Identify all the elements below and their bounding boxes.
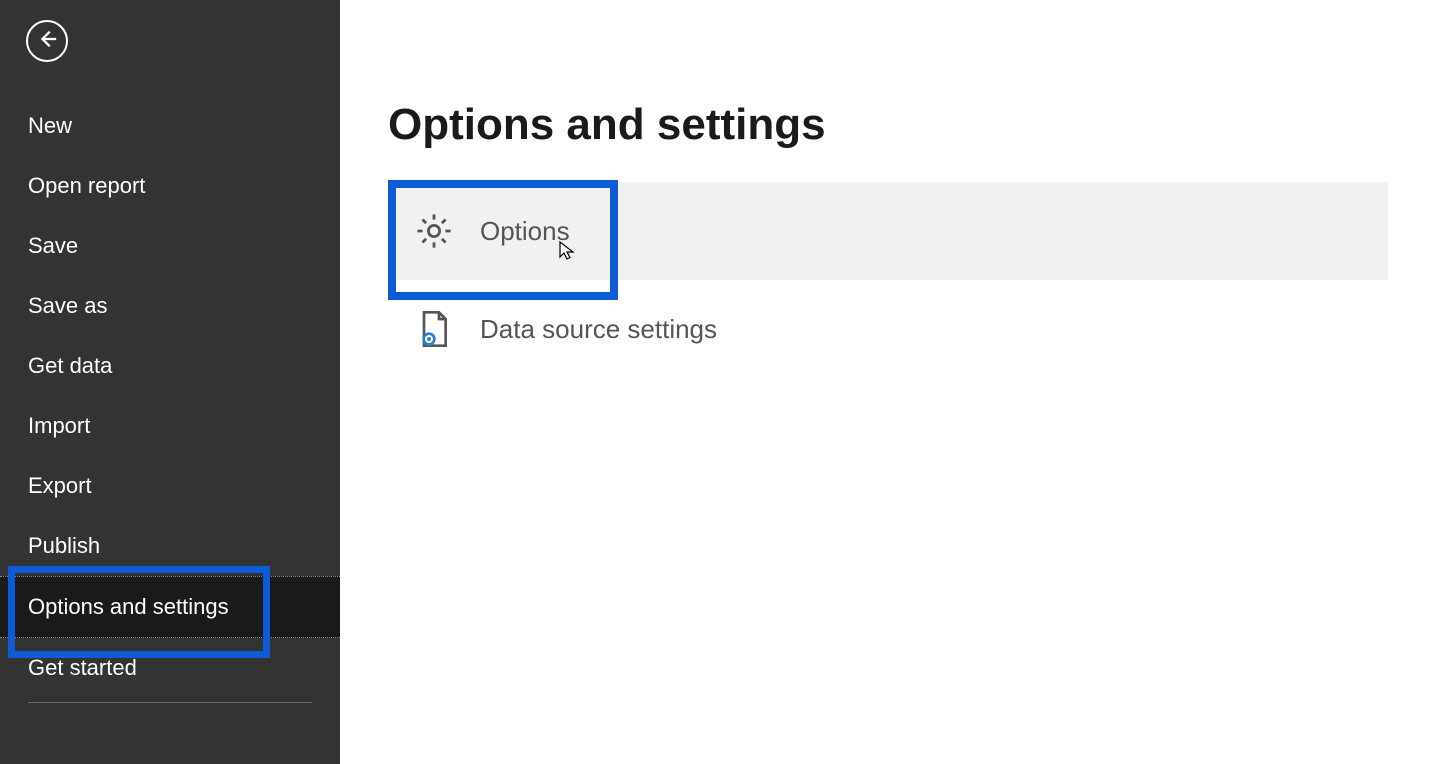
sidebar-item-save-as[interactable]: Save as [0, 276, 340, 336]
main-content: Options and settings Options Dat [340, 0, 1432, 764]
back-button[interactable] [26, 20, 68, 62]
sidebar-item-get-data[interactable]: Get data [0, 336, 340, 396]
sidebar-item-options-and-settings[interactable]: Options and settings [0, 576, 340, 638]
option-label: Options [480, 216, 570, 247]
sidebar-item-label: Publish [28, 533, 100, 558]
sidebar-item-save[interactable]: Save [0, 216, 340, 276]
gear-icon [412, 209, 456, 253]
page-title: Options and settings [388, 100, 1432, 150]
sidebar-item-label: Save as [28, 293, 108, 318]
sidebar-item-export[interactable]: Export [0, 456, 340, 516]
sidebar-item-open-report[interactable]: Open report [0, 156, 340, 216]
sidebar-item-label: Get started [28, 655, 137, 680]
option-item-options[interactable]: Options [388, 182, 1388, 280]
sidebar-item-label: New [28, 113, 72, 138]
sidebar-divider [28, 702, 312, 703]
file-menu-sidebar: New Open report Save Save as Get data Im… [0, 0, 340, 764]
page-gear-icon [412, 307, 456, 351]
sidebar-item-label: Options and settings [28, 594, 229, 619]
back-arrow-icon [36, 28, 58, 55]
option-item-data-source-settings[interactable]: Data source settings [388, 280, 1388, 378]
option-label: Data source settings [480, 314, 717, 345]
sidebar-item-import[interactable]: Import [0, 396, 340, 456]
sidebar-item-new[interactable]: New [0, 96, 340, 156]
sidebar-item-label: Export [28, 473, 92, 498]
sidebar-item-label: Get data [28, 353, 112, 378]
sidebar-item-get-started[interactable]: Get started [0, 638, 340, 698]
sidebar-item-label: Import [28, 413, 90, 438]
cursor-icon [558, 240, 578, 260]
sidebar-item-label: Open report [28, 173, 145, 198]
sidebar-item-options-and-settings-wrapper: Options and settings [0, 576, 340, 638]
sidebar-item-publish[interactable]: Publish [0, 516, 340, 576]
sidebar-item-label: Save [28, 233, 78, 258]
